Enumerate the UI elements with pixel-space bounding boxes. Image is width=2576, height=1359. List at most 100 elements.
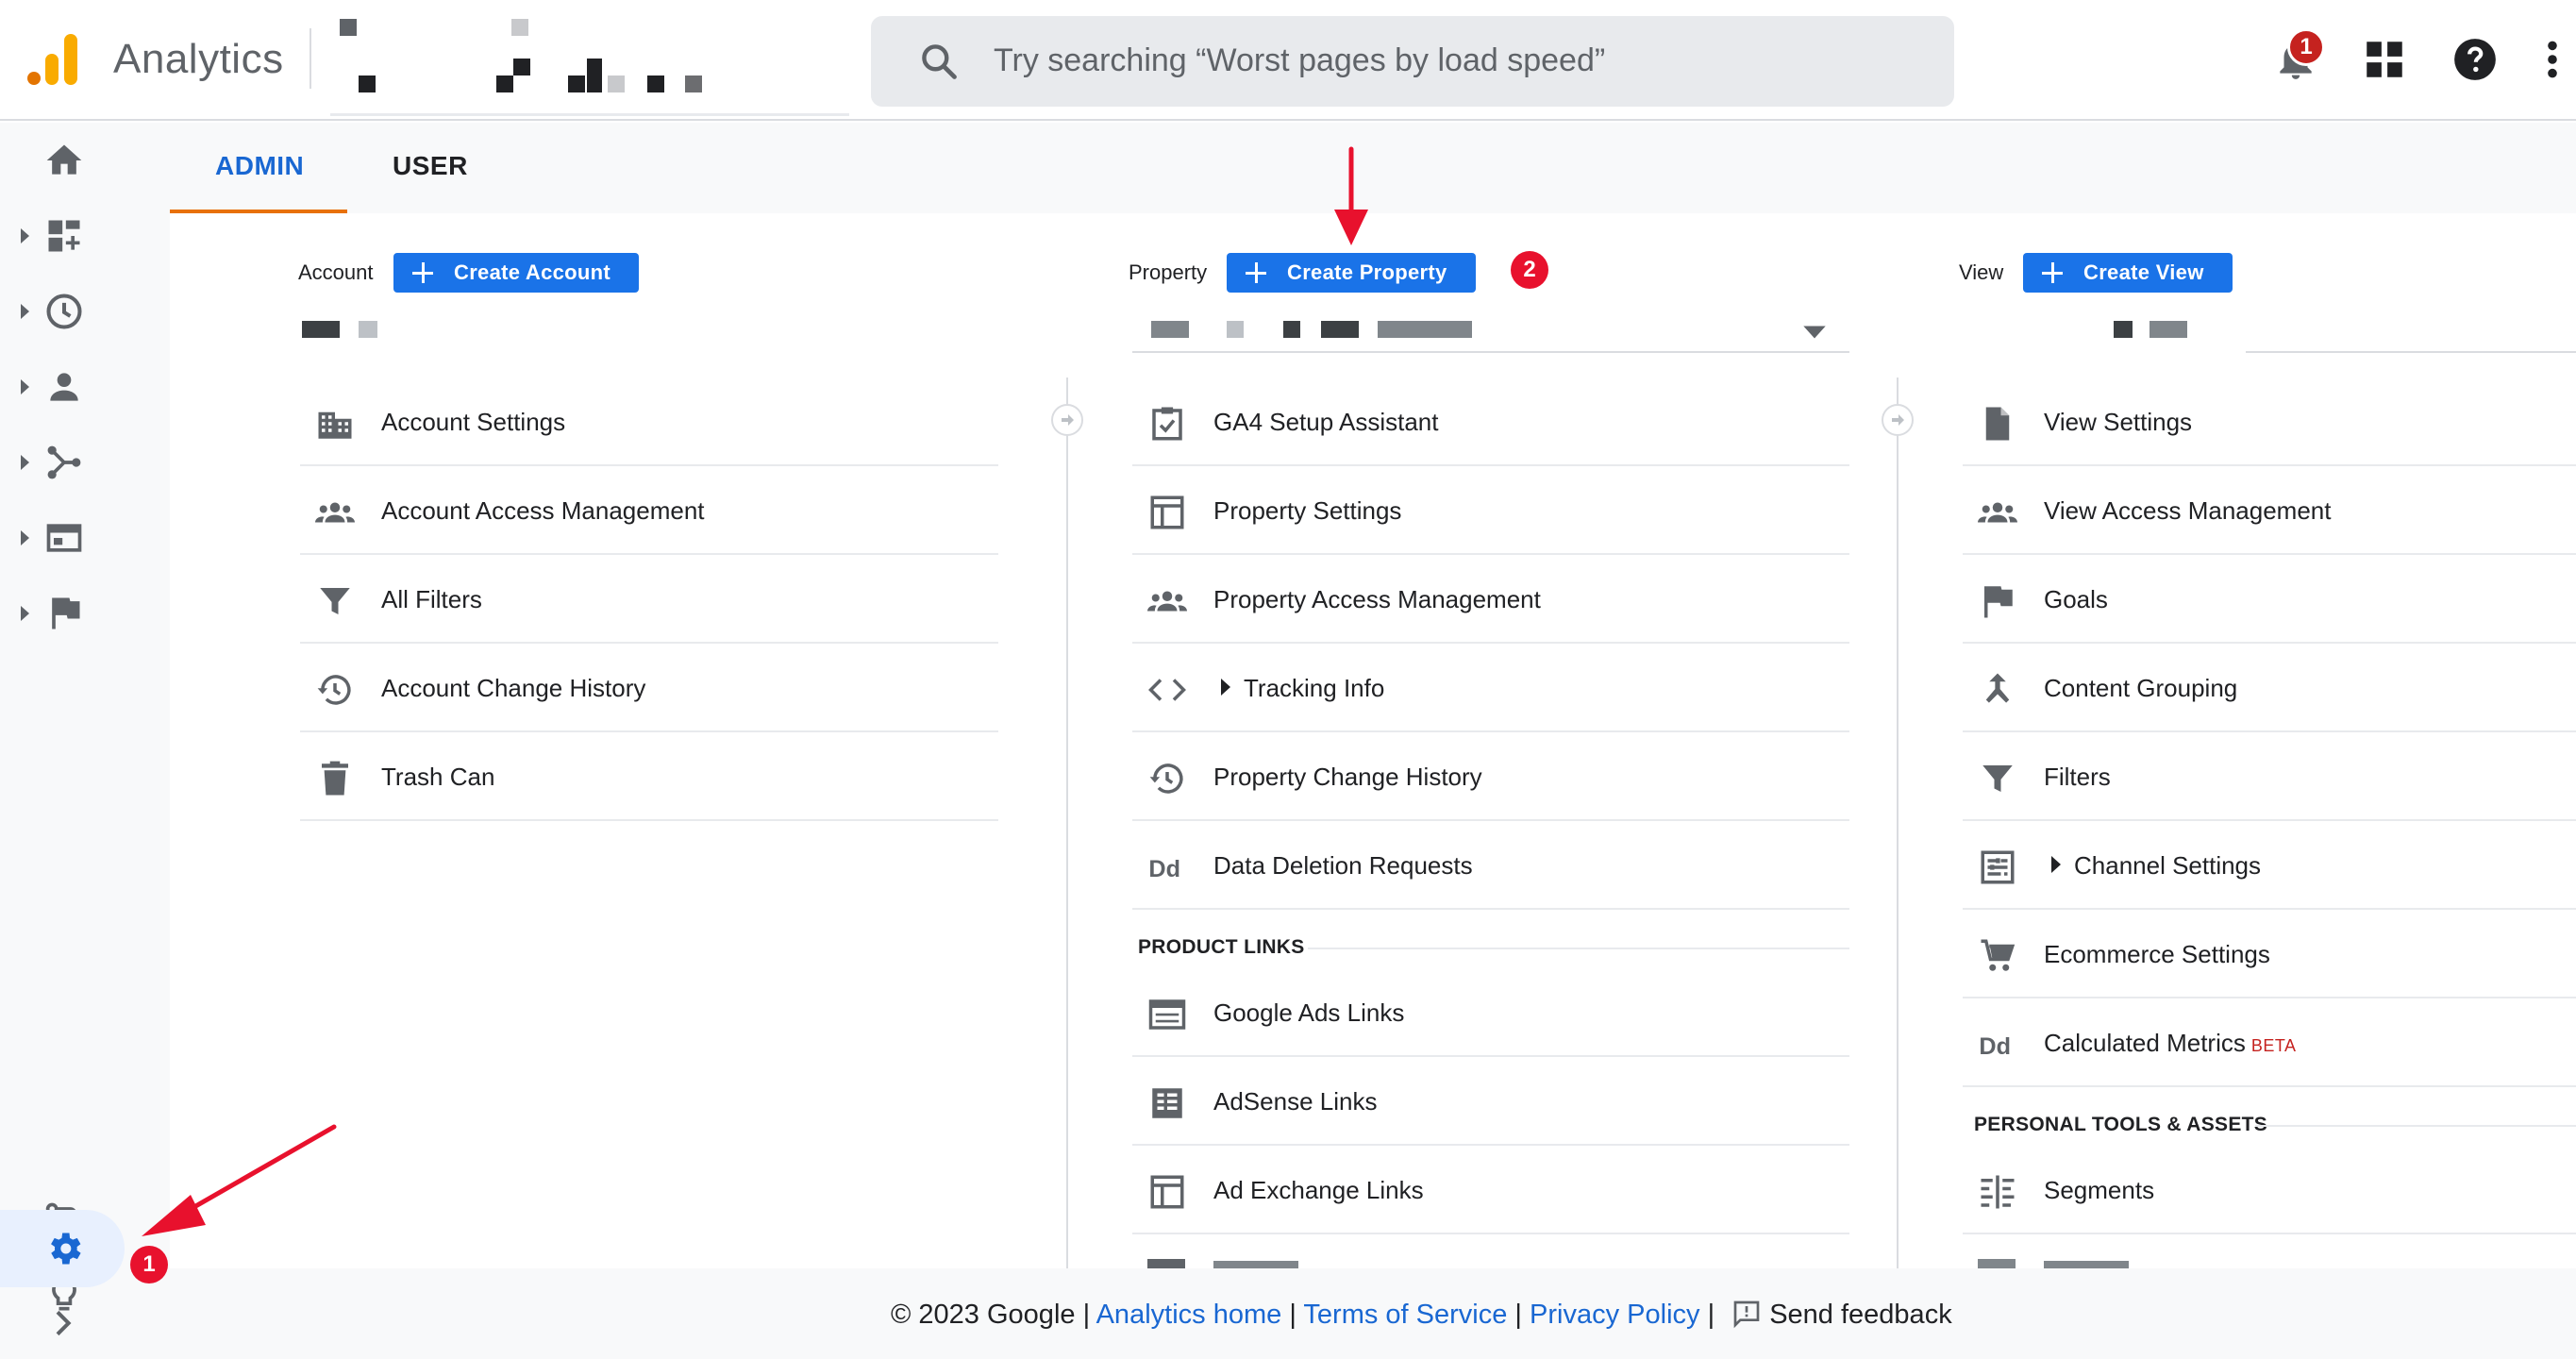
create-property-label: Create Property bbox=[1287, 260, 1447, 284]
customization-icon bbox=[48, 220, 80, 252]
more-vert-icon[interactable] bbox=[2538, 36, 2567, 83]
property-menu-item[interactable]: Google Ads Links bbox=[1132, 968, 1849, 1057]
all-filters-label: All Filters bbox=[381, 585, 482, 613]
dd-icon: Dd bbox=[1979, 1033, 2011, 1060]
apps-grid-icon[interactable] bbox=[2361, 36, 2408, 83]
search-input[interactable]: Try searching “Worst pages by load speed… bbox=[994, 42, 1605, 79]
account-menu-item[interactable]: Account Settings bbox=[300, 378, 998, 466]
create-view-button[interactable]: Create View bbox=[2023, 253, 2233, 293]
channel-icon bbox=[1981, 850, 2015, 884]
plus-icon bbox=[2042, 262, 2063, 283]
footer: © 2023 Google | Analytics home | Terms o… bbox=[170, 1268, 2576, 1359]
property-menu-item[interactable]: Property Change History bbox=[1132, 732, 1849, 821]
svg-text:Dd: Dd bbox=[1979, 1033, 2011, 1060]
nav-behavior[interactable] bbox=[0, 500, 170, 576]
svg-text:Dd: Dd bbox=[1148, 856, 1180, 882]
view-menu-item[interactable]: Channel Settings bbox=[1963, 821, 2576, 910]
footer-separator: | bbox=[1082, 1300, 1091, 1330]
ads-icon bbox=[1148, 999, 1186, 1030]
account-menu-item[interactable]: Account Change History bbox=[300, 644, 998, 732]
analytics-logo-icon[interactable] bbox=[26, 32, 79, 87]
behavior-icon bbox=[46, 524, 82, 552]
audience-icon bbox=[50, 373, 78, 401]
feedback-icon[interactable] bbox=[1731, 1299, 1762, 1329]
view-menu-item[interactable]: View Settings bbox=[1963, 378, 2576, 466]
nav-home[interactable] bbox=[0, 123, 170, 198]
property-dropdown-underline bbox=[1132, 351, 1849, 353]
footer-separator: | bbox=[1707, 1300, 1715, 1330]
admin-main-panel: Account Create Account Account Settings … bbox=[170, 213, 2576, 1268]
tab-admin[interactable]: ADMIN bbox=[215, 151, 304, 181]
step-2-badge: 2 bbox=[1511, 251, 1548, 289]
property-menu-item[interactable]: Dd Data Deletion Requests bbox=[1132, 821, 1849, 910]
expand-icon[interactable] bbox=[43, 1304, 81, 1342]
create-account-button[interactable]: Create Account bbox=[393, 253, 639, 293]
view-menu-item[interactable]: Filters bbox=[1963, 732, 2576, 821]
view-menu-item[interactable]: Ecommerce Settings bbox=[1963, 910, 2576, 998]
chevron-down-icon[interactable] bbox=[1802, 325, 1827, 340]
property-settings-label: Property Settings bbox=[1213, 496, 1402, 525]
property-menu-item[interactable]: Tracking Info bbox=[1132, 644, 1849, 732]
acquisition-icon bbox=[47, 445, 81, 479]
property-menu-item[interactable]: Ad Exchange Links bbox=[1132, 1146, 1849, 1234]
product-links-heading: PRODUCT LINKS bbox=[1138, 936, 1305, 958]
ecommerce-settings-label: Ecommerce Settings bbox=[2044, 940, 2270, 968]
terms-of-service-link[interactable]: Terms of Service bbox=[1303, 1300, 1507, 1330]
create-view-label: Create View bbox=[2083, 260, 2204, 284]
property-menu-item[interactable]: Property Access Management bbox=[1132, 555, 1849, 644]
view-menu-item[interactable]: Content Grouping bbox=[1963, 644, 2576, 732]
property-menu-item[interactable]: AdSense Links bbox=[1132, 1057, 1849, 1146]
account-selector-underline bbox=[330, 113, 849, 116]
view-menu-item[interactable]: View Access Management bbox=[1963, 466, 2576, 555]
nav-admin[interactable] bbox=[0, 1210, 125, 1287]
filters-label: Filters bbox=[2044, 763, 2111, 791]
search-bar[interactable]: Try searching “Worst pages by load speed… bbox=[871, 16, 1954, 107]
footer-separator: | bbox=[1289, 1300, 1296, 1330]
nav-conversions[interactable] bbox=[0, 576, 170, 651]
step-1-badge: 1 bbox=[130, 1246, 168, 1284]
property-menu-item[interactable]: GA4 Setup Assistant bbox=[1132, 378, 1849, 466]
nav-acquisition[interactable] bbox=[0, 425, 170, 500]
plus-icon bbox=[1246, 262, 1266, 283]
nav-customization[interactable] bbox=[0, 198, 170, 274]
create-account-label: Create Account bbox=[454, 260, 611, 284]
top-app-bar: Analytics Try searching “Worst pages by … bbox=[0, 0, 2576, 121]
segments-icon bbox=[1981, 1175, 2015, 1209]
analytics-home-link[interactable]: Analytics home bbox=[1096, 1300, 1282, 1330]
people-icon bbox=[1147, 591, 1187, 612]
admin-gear-icon bbox=[51, 1233, 81, 1265]
account-menu-item[interactable]: Trash Can bbox=[300, 732, 998, 821]
adsense-links-label: AdSense Links bbox=[1213, 1087, 1378, 1116]
footer-links: © 2023 Google | Analytics home | Terms o… bbox=[891, 1299, 1952, 1331]
search-icon bbox=[922, 44, 957, 79]
data-deletion-requests-label: Data Deletion Requests bbox=[1213, 851, 1473, 880]
next-item-icon-partial bbox=[1978, 1259, 2016, 1268]
dd-icon: Dd bbox=[1148, 856, 1180, 882]
help-icon[interactable] bbox=[2451, 36, 2499, 83]
cart-icon bbox=[1981, 939, 2016, 971]
view-menu-item[interactable]: Goals bbox=[1963, 555, 2576, 644]
view-column-label: View bbox=[1959, 260, 2004, 284]
account-menu-item[interactable]: Account Access Management bbox=[300, 466, 998, 555]
view-menu-item[interactable]: Dd Calculated Metrics BETA bbox=[1963, 998, 2576, 1087]
property-menu-item[interactable]: Property Settings bbox=[1132, 466, 1849, 555]
tracking-info-label: Tracking Info bbox=[1244, 674, 1385, 702]
privacy-policy-link[interactable]: Privacy Policy bbox=[1530, 1300, 1700, 1330]
account-column-label: Account bbox=[298, 260, 374, 284]
plus-icon bbox=[412, 262, 433, 283]
expand-arrow-icon bbox=[1221, 679, 1230, 696]
column-connector-arrow-icon bbox=[1882, 404, 1914, 436]
app-name[interactable]: Analytics bbox=[113, 36, 284, 83]
send-feedback-link[interactable]: Send feedback bbox=[1769, 1300, 1951, 1330]
account-selector-redacted[interactable] bbox=[330, 17, 859, 117]
history-icon bbox=[1149, 763, 1183, 794]
view-menu-item[interactable]: Segments bbox=[1963, 1146, 2576, 1234]
account-menu-item[interactable]: All Filters bbox=[300, 555, 998, 644]
home-icon bbox=[46, 144, 82, 175]
tab-user[interactable]: USER bbox=[393, 151, 468, 181]
account-change-history-label: Account Change History bbox=[381, 674, 646, 702]
nav-realtime[interactable] bbox=[0, 274, 170, 349]
create-property-button[interactable]: Create Property bbox=[1227, 253, 1476, 293]
goals-label: Goals bbox=[2044, 585, 2108, 613]
nav-audience[interactable] bbox=[0, 349, 170, 425]
